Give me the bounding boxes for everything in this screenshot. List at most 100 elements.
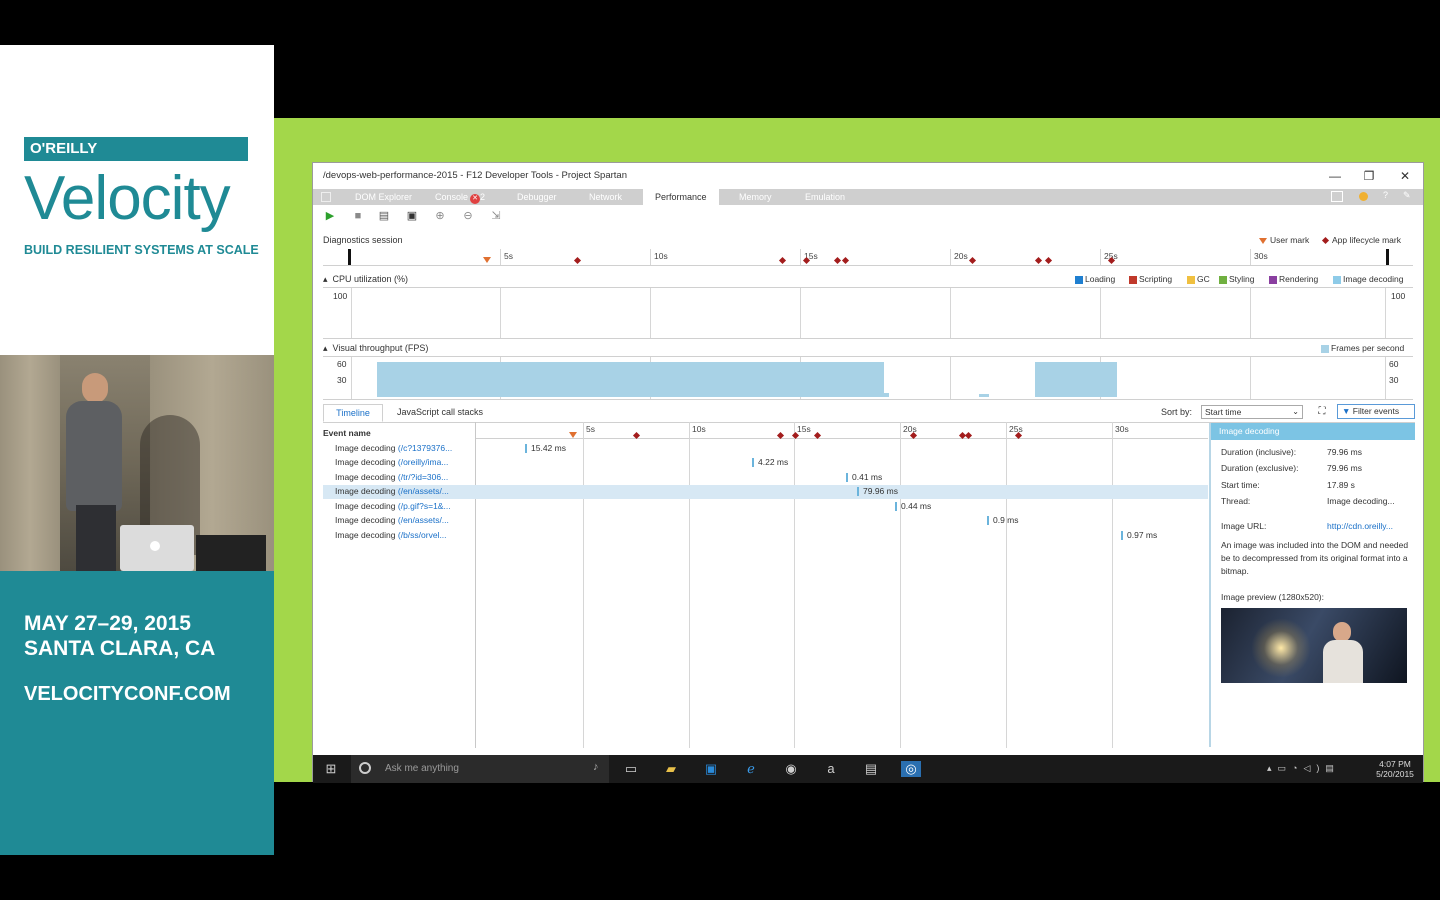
start-time-value: 17.89 s [1327, 480, 1355, 490]
event-bar [846, 473, 848, 482]
fps-section-header[interactable]: ▴ Visual throughput (FPS) [323, 343, 428, 354]
tab-memory[interactable]: Memory [727, 189, 784, 205]
app-mark-icon[interactable] [632, 431, 641, 440]
legend-styling: Styling [1219, 274, 1255, 284]
event-location: SANTA CLARA, CA [24, 637, 216, 660]
internet-explorer-icon[interactable]: ℯ [743, 761, 759, 777]
smiley-feedback-icon[interactable] [1359, 192, 1368, 201]
image-url-label: Image URL: [1221, 521, 1267, 531]
legend-fps: Frames per second [1321, 343, 1404, 353]
console-toggle-icon[interactable] [1331, 191, 1343, 202]
selection-end-handle[interactable] [1386, 249, 1389, 265]
hp-icon[interactable]: ◉ [783, 761, 799, 777]
image-preview [1221, 608, 1407, 683]
project-spartan-icon[interactable]: ◎ [901, 761, 921, 777]
image-url-link[interactable]: http://cdn.oreilly... [1327, 521, 1393, 531]
zoom-out-icon[interactable]: ⊖ [461, 210, 475, 222]
scripting-swatch [1129, 275, 1137, 284]
selection-start-handle[interactable] [348, 249, 351, 265]
amazon-icon[interactable]: a [823, 761, 839, 777]
sort-value: Start time [1205, 407, 1242, 417]
legend-loading: Loading [1075, 274, 1115, 284]
sort-select[interactable]: Start time ⌄ [1201, 405, 1303, 419]
tab-dom-explorer[interactable]: DOM Explorer [343, 189, 424, 205]
tab-debugger[interactable]: Debugger [505, 189, 569, 205]
pin-icon[interactable]: ✎ [1403, 190, 1411, 201]
tick-label: 30s [1115, 424, 1129, 434]
table-row[interactable]: Image decoding (/b/ss/orvel... 0.97 ms [323, 529, 1208, 543]
speaker-photo [0, 355, 274, 571]
search-placeholder: Ask me anything [385, 763, 459, 774]
microphone-icon[interactable]: ♪ [593, 761, 599, 773]
app-mark-icon[interactable] [1034, 256, 1043, 265]
clock[interactable]: 4:07 PM 5/20/2015 [1369, 759, 1421, 779]
app-mark-icon[interactable] [1044, 256, 1053, 265]
reset-zoom-icon[interactable]: ⇲ [489, 210, 503, 222]
tab-performance[interactable]: Performance [643, 189, 719, 205]
legend-app-lifecycle-mark: App lifecycle mark [1321, 235, 1401, 245]
sort-by-label: Sort by: [1161, 407, 1193, 417]
app-mark-icon[interactable] [841, 256, 850, 265]
tab-js-callstacks[interactable]: JavaScript call stacks [397, 407, 483, 417]
cpu-graph[interactable]: 100 100 [323, 287, 1413, 339]
timeline-ruler[interactable]: 5s 10s 15s 20s 25s 30s [476, 422, 1208, 440]
restore-button[interactable]: ❐ [1357, 167, 1381, 185]
search-box[interactable]: Ask me anything ♪ [351, 755, 609, 783]
windows-start-icon[interactable]: ⊞ [323, 761, 339, 777]
tab-console[interactable]: Console ✕ 2 [423, 189, 497, 205]
help-icon[interactable]: ? [1383, 190, 1388, 200]
user-mark-icon[interactable] [483, 257, 491, 263]
store-icon[interactable]: ▣ [703, 761, 719, 777]
user-mark-icon [1259, 237, 1267, 244]
cpu-label: CPU utilization (%) [332, 274, 409, 284]
styling-swatch [1219, 275, 1227, 284]
image-preview-label: Image preview (1280x520): [1221, 592, 1325, 602]
table-row[interactable]: Image decoding (/en/assets/... 79.96 ms [323, 485, 1208, 499]
tab-network[interactable]: Network [577, 189, 634, 205]
tab-timeline[interactable]: Timeline [323, 404, 383, 422]
tick-label: 30s [1254, 251, 1268, 261]
fps-graph[interactable]: 60 30 60 30 [323, 356, 1413, 400]
app-mark-icon[interactable] [964, 431, 973, 440]
table-row[interactable]: Image decoding (/tr/?id=306... 0.41 ms [323, 471, 1208, 485]
minimize-button[interactable]: — [1323, 167, 1347, 185]
zoom-in-icon[interactable]: ⊕ [433, 210, 447, 222]
close-button[interactable]: ✕ [1393, 167, 1417, 185]
publisher-logo: O'REILLY [24, 137, 248, 161]
open-folder-icon[interactable]: ▤ [377, 210, 391, 222]
table-row[interactable]: Image decoding (/en/assets/... 0.9 ms [323, 514, 1208, 528]
filter-events-button[interactable]: ▼ Filter events [1337, 404, 1415, 419]
cpu-section-header[interactable]: ▴ CPU utilization (%) [323, 274, 408, 285]
diagnostics-ruler[interactable]: 5s 10s 15s 20s 25s 30s [323, 249, 1413, 266]
table-row[interactable]: Image decoding (/c?1379376... 15.42 ms [323, 442, 1208, 456]
app-mark-icon[interactable] [776, 431, 785, 440]
tab-emulation[interactable]: Emulation [793, 189, 857, 205]
app-mark-icon[interactable] [968, 256, 977, 265]
task-view-icon[interactable]: ▭ [623, 761, 639, 777]
error-icon: ✕ [470, 194, 481, 204]
system-tray-icons[interactable]: ▴▭◔◁)▤ [1267, 763, 1340, 774]
event-bar [752, 458, 754, 467]
file-explorer-icon[interactable]: ▰ [663, 761, 679, 777]
user-mark-icon[interactable] [569, 432, 577, 438]
table-row[interactable]: Image decoding (/p.gif?s=1&... 0.44 ms [323, 500, 1208, 514]
clock-date: 5/20/2015 [1376, 769, 1414, 779]
performance-toolbar: ▶ ■ ▤ ▣ ⊕ ⊖ ⇲ [313, 205, 1423, 227]
app-window-icon[interactable]: ▤ [863, 761, 879, 777]
event-name-header: Event name [323, 428, 371, 438]
event-bar [987, 516, 989, 525]
duration-exclusive-label: Duration (exclusive): [1221, 463, 1299, 473]
app-mark-icon[interactable] [833, 256, 842, 265]
app-mark-icon[interactable] [778, 256, 787, 265]
stop-icon[interactable]: ■ [351, 210, 365, 222]
fps-scale-30: 30 [337, 375, 347, 385]
event-dates: MAY 27–29, 2015 [24, 612, 191, 635]
play-icon[interactable]: ▶ [323, 210, 337, 222]
cpu-scale-left: 100 [333, 291, 348, 301]
table-row[interactable]: Image decoding (/oreilly/ima... 4.22 ms [323, 456, 1208, 470]
zoom-to-fit-icon[interactable]: ⛶ [1315, 405, 1329, 419]
select-element-icon[interactable] [321, 192, 331, 202]
save-icon[interactable]: ▣ [405, 210, 419, 222]
app-mark-icon[interactable] [573, 256, 582, 265]
app-mark-icon[interactable] [813, 431, 822, 440]
